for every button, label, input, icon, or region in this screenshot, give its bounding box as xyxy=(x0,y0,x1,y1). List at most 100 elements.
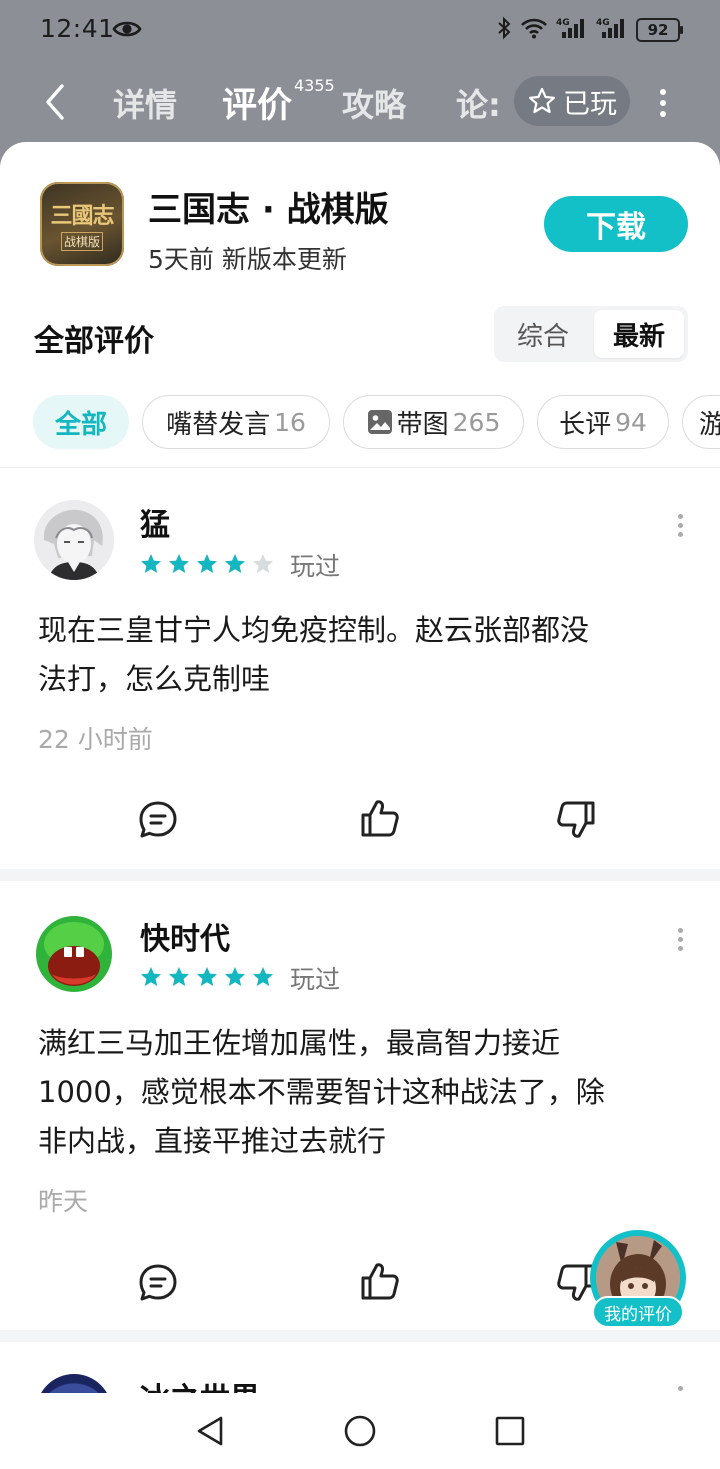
dislike-button[interactable] xyxy=(554,798,598,842)
game-icon-title: 三國志 xyxy=(50,202,114,229)
review-text[interactable]: 满红三马加王佐增加属性，最高智力接近 1000，感觉根本不需要智计这种战法了，除… xyxy=(38,1019,682,1166)
game-icon[interactable]: 三國志 战棋版 xyxy=(40,182,124,266)
chip-mouthpiece-count: 16 xyxy=(274,407,306,437)
nav-home-button[interactable] xyxy=(342,1413,378,1449)
chip-with-images-count: 265 xyxy=(452,407,501,437)
more-options-button[interactable] xyxy=(652,84,674,124)
star-filled-icon xyxy=(253,967,273,986)
review-more-button[interactable] xyxy=(672,924,688,954)
chip-with-images-label: 带图 xyxy=(396,409,449,440)
chip-mouthpiece-label: 嘴替发言 xyxy=(166,409,271,440)
sort-comprehensive[interactable]: 综合 xyxy=(498,310,588,358)
thumbs-up-icon xyxy=(361,1263,399,1300)
review-text-line: 1000，感觉根本不需要智计这种战法了，除 xyxy=(38,1075,605,1109)
avatar-image xyxy=(34,500,114,580)
star-filled-icon xyxy=(197,554,217,573)
section-separator xyxy=(0,869,720,881)
tab-guides[interactable]: 攻略 xyxy=(342,80,406,126)
network-2-label: 4G xyxy=(596,18,610,28)
signal-icon-2: 4G xyxy=(596,16,628,44)
played-label: 已玩 xyxy=(563,88,617,120)
tab-details[interactable]: 详情 xyxy=(113,80,177,126)
signal-icon-1: 4G xyxy=(556,16,588,44)
game-update-text: 5天前 新版本更新 xyxy=(148,245,347,274)
download-button[interactable]: 下载 xyxy=(544,196,688,252)
chip-partial[interactable]: 游 xyxy=(682,395,720,449)
review-time: 昨天 xyxy=(38,1187,89,1216)
divider xyxy=(0,467,720,468)
square-recents-icon xyxy=(495,1416,525,1446)
review-text-line: 现在三皇甘宁人均免疫控制。赵云张部都没 xyxy=(38,613,590,647)
chip-partial-label: 游 xyxy=(699,404,720,441)
star-filled-icon xyxy=(169,554,189,573)
chip-all-label: 全部 xyxy=(54,409,107,440)
review-username[interactable]: 快时代 xyxy=(140,914,230,958)
reviews-count-badge: 4355 xyxy=(294,76,335,95)
game-icon-subtitle: 战棋版 xyxy=(60,231,103,251)
star-outline-icon xyxy=(528,87,556,114)
review-more-button[interactable] xyxy=(672,1386,688,1393)
avatar[interactable] xyxy=(36,1374,112,1393)
star-filled-icon xyxy=(169,967,189,986)
section-separator xyxy=(0,1330,720,1342)
reviews-sheet: 三國志 战棋版 三国志 · 战棋版 5天前 新版本更新 下载 全部评价 综合 最… xyxy=(0,142,720,1393)
chip-mouthpiece[interactable]: 嘴替发言 16 xyxy=(142,395,330,449)
sort-toggle: 综合 最新 xyxy=(494,306,688,362)
review-username[interactable]: 猛 xyxy=(140,500,170,544)
comment-icon xyxy=(139,801,177,838)
sort-latest[interactable]: 最新 xyxy=(594,310,684,358)
review-more-button[interactable] xyxy=(672,510,688,540)
eye-icon xyxy=(112,18,142,44)
chip-long-reviews-label: 长评 xyxy=(559,409,612,440)
avatar[interactable] xyxy=(34,914,114,994)
nav-back-button[interactable] xyxy=(192,1413,228,1449)
review-text-line: 满红三马加王佐增加属性，最高智力接近 xyxy=(38,1026,561,1060)
review-text-line: 非内战，直接平推过去就行 xyxy=(38,1124,387,1158)
played-tag: 玩过 xyxy=(290,965,341,994)
chip-long-reviews[interactable]: 长评 94 xyxy=(537,395,669,449)
top-nav: 详情 评价 4355 攻略 论: 已玩 xyxy=(0,62,720,142)
all-reviews-title: 全部评价 xyxy=(34,324,154,359)
star-filled-icon xyxy=(197,967,217,986)
chip-long-reviews-count: 94 xyxy=(615,407,647,437)
chip-with-images[interactable]: 带图 265 xyxy=(343,395,524,449)
thumbs-down-icon xyxy=(557,801,595,838)
chip-all[interactable]: 全部 xyxy=(33,395,129,449)
comment-icon xyxy=(139,1264,177,1301)
rating-stars xyxy=(139,552,275,576)
game-title: 三国志 · 战棋版 xyxy=(148,190,389,230)
like-button[interactable] xyxy=(358,796,402,840)
thumbs-up-icon xyxy=(361,800,399,837)
my-review-button[interactable]: 我的评价 xyxy=(588,1230,688,1330)
review-text-line: 法打，怎么克制哇 xyxy=(38,662,271,696)
avatar[interactable] xyxy=(34,500,114,580)
nav-recents-button[interactable] xyxy=(492,1413,528,1449)
system-nav-bar xyxy=(0,1393,720,1469)
review-username[interactable]: 冰之世界 xyxy=(140,1374,260,1393)
status-bar: 12:41 4G 4G 92 xyxy=(0,0,720,62)
like-button[interactable] xyxy=(358,1259,402,1303)
battery-indicator: 92 xyxy=(636,18,683,42)
star-filled-icon xyxy=(225,554,245,573)
star-empty-icon xyxy=(253,554,273,573)
wifi-icon xyxy=(520,17,548,43)
comment-button[interactable] xyxy=(136,1261,180,1305)
image-icon xyxy=(367,410,392,434)
review-time: 22 小时前 xyxy=(38,725,153,754)
tab-forum[interactable]: 论: xyxy=(456,80,501,126)
triangle-back-icon xyxy=(197,1416,223,1446)
circle-home-icon xyxy=(344,1415,376,1447)
chevron-left-icon xyxy=(46,84,64,120)
network-1-label: 4G xyxy=(556,18,570,28)
star-filled-icon xyxy=(141,967,161,986)
played-button[interactable]: 已玩 xyxy=(514,76,630,126)
played-tag: 玩过 xyxy=(290,552,341,581)
tab-reviews[interactable]: 评价 xyxy=(222,77,292,128)
star-filled-icon xyxy=(225,967,245,986)
comment-button[interactable] xyxy=(136,798,180,842)
avatar-image xyxy=(34,914,114,994)
review-text[interactable]: 现在三皇甘宁人均免疫控制。赵云张部都没 法打，怎么克制哇 xyxy=(38,606,682,704)
back-button[interactable] xyxy=(36,80,76,124)
my-review-label: 我的评价 xyxy=(592,1296,684,1328)
rating-stars xyxy=(139,965,275,989)
